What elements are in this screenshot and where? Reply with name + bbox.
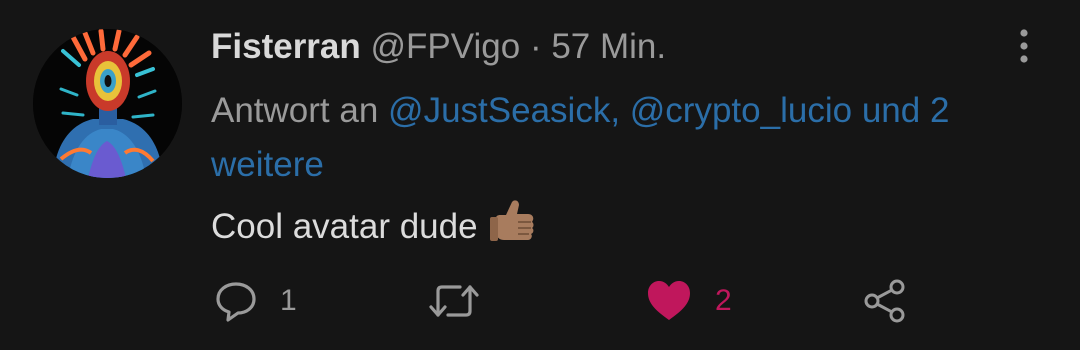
share-button[interactable] (862, 276, 908, 326)
thumbs-up-emoji-icon (488, 198, 536, 256)
mention-and: und (861, 91, 921, 130)
display-name[interactable]: Fisterran (211, 27, 361, 66)
like-count: 2 (715, 284, 732, 317)
action-bar: 1 2 (0, 276, 1080, 326)
tweet-text: Cool avatar dude (211, 207, 478, 246)
handle[interactable]: @FPVigo (371, 27, 521, 66)
tweet-header: Fisterran @FPVigo · 57 Min. (211, 26, 666, 68)
reply-prefix: Antwort an (211, 91, 379, 130)
tweet-body: Cool avatar dude (211, 198, 536, 256)
share-icon (864, 279, 905, 323)
like-button[interactable]: 2 (645, 276, 732, 326)
reply-count: 1 (280, 284, 297, 317)
more-options-button[interactable] (1008, 26, 1040, 66)
reply-icon (216, 282, 256, 322)
reply-button[interactable]: 1 (214, 276, 297, 326)
separator-dot: · (529, 27, 542, 66)
retweet-icon (429, 285, 479, 317)
more-vertical-icon (1020, 29, 1028, 63)
heart-filled-icon (648, 281, 690, 320)
reply-context: Antwort an @JustSeasick, @crypto_lucio u… (211, 84, 1051, 192)
avatar-image (33, 29, 182, 178)
mention-link[interactable]: @crypto_lucio (630, 91, 852, 130)
tweet: Fisterran @FPVigo · 57 Min. Antwort an @… (0, 0, 1080, 350)
mention-link[interactable]: @JustSeasick, (388, 91, 620, 130)
timestamp[interactable]: 57 Min. (551, 27, 666, 66)
avatar[interactable] (33, 29, 182, 178)
retweet-button[interactable] (428, 276, 480, 326)
